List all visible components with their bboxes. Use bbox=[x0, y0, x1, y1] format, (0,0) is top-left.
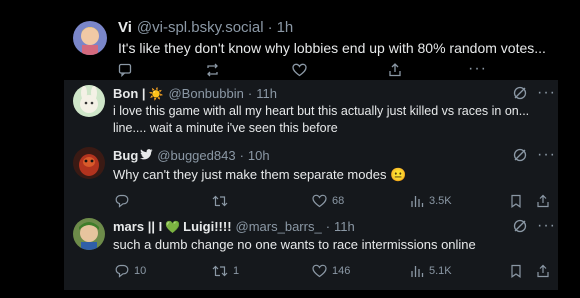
bookmark-icon bbox=[511, 264, 521, 278]
share-button[interactable] bbox=[388, 63, 402, 77]
author-handle[interactable]: @vi-spl.bsky.social bbox=[137, 19, 264, 36]
share-button[interactable] bbox=[536, 194, 550, 208]
post-text-content: Why can't they just make them separate m… bbox=[113, 167, 387, 182]
post-header: Vi @vi-spl.bsky.social · 1h bbox=[118, 19, 293, 36]
grok-icon[interactable] bbox=[512, 85, 528, 101]
more-button[interactable]: ··· bbox=[468, 61, 487, 77]
bookmark-icon bbox=[511, 194, 521, 208]
repost-icon bbox=[212, 265, 228, 277]
post-time[interactable]: 1h bbox=[277, 19, 294, 36]
reply-icon bbox=[115, 264, 129, 278]
heart-icon bbox=[292, 63, 307, 77]
post-vi[interactable]: Vi @vi-spl.bsky.social · 1h It's like th… bbox=[0, 0, 580, 84]
heart-icon bbox=[312, 264, 327, 278]
share-icon bbox=[537, 264, 549, 278]
author-name[interactable]: Bon | bbox=[113, 86, 146, 101]
views-chart-icon bbox=[411, 266, 424, 277]
twitter-bird-icon bbox=[140, 149, 153, 160]
repost-button[interactable] bbox=[205, 63, 220, 77]
neutral-face-emoji: 😐 bbox=[390, 167, 407, 182]
sun-emoji: ☀️ bbox=[148, 87, 164, 101]
post-bon[interactable]: Bon | ☀️ @Bonbubbin · 11h ··· i love thi… bbox=[0, 80, 580, 140]
like-button[interactable] bbox=[292, 63, 307, 77]
like-count: 68 bbox=[332, 195, 345, 207]
like-button[interactable]: 68 bbox=[312, 194, 344, 208]
views-count: 5.1K bbox=[429, 265, 452, 277]
share-icon bbox=[389, 63, 401, 77]
separator-dot: · bbox=[267, 19, 273, 36]
reply-icon bbox=[115, 194, 129, 208]
grok-icon[interactable] bbox=[512, 218, 528, 234]
more-icon: ··· bbox=[468, 60, 487, 77]
like-count: 146 bbox=[332, 265, 351, 277]
author-handle[interactable]: @mars_barrs_ bbox=[236, 219, 322, 234]
avatar-vi[interactable] bbox=[73, 21, 107, 55]
share-button[interactable] bbox=[536, 264, 550, 278]
post-time[interactable]: 10h bbox=[248, 148, 270, 163]
post-text-line-1: i love this game with all my heart but t… bbox=[113, 104, 530, 118]
reply-count: 10 bbox=[134, 265, 147, 277]
author-handle[interactable]: @Bonbubbin bbox=[168, 86, 243, 101]
views-button[interactable]: 5.1K bbox=[410, 264, 452, 278]
post-corner: ··· bbox=[512, 218, 556, 234]
views-chart-icon bbox=[411, 196, 424, 207]
separator-dot: · bbox=[239, 148, 244, 163]
reply-button[interactable] bbox=[115, 194, 134, 208]
reply-icon bbox=[118, 63, 132, 77]
separator-dot: · bbox=[325, 219, 331, 234]
repost-icon bbox=[212, 195, 228, 207]
more-icon[interactable]: ··· bbox=[537, 218, 556, 234]
author-name[interactable]: Vi bbox=[118, 19, 132, 36]
like-button[interactable]: 146 bbox=[312, 264, 350, 278]
more-icon[interactable]: ··· bbox=[537, 147, 556, 163]
bookmark-button[interactable] bbox=[510, 264, 522, 278]
post-header: mars || I 💚 Luigi!!!! @mars_barrs_ · 11h bbox=[113, 219, 355, 234]
views-button[interactable]: 3.5K bbox=[410, 194, 452, 208]
repost-button[interactable] bbox=[212, 194, 233, 208]
post-text: It's like they don't know why lobbies en… bbox=[118, 40, 546, 56]
repost-icon bbox=[207, 63, 218, 77]
post-bug[interactable]: Bug @bugged843 · 10h ··· Why can't they … bbox=[0, 143, 580, 213]
post-text: such a dumb change no one wants to race … bbox=[113, 237, 476, 252]
more-icon[interactable]: ··· bbox=[537, 85, 556, 101]
grok-icon[interactable] bbox=[512, 147, 528, 163]
avatar-bon[interactable] bbox=[73, 85, 105, 117]
reply-button[interactable] bbox=[118, 63, 132, 77]
post-corner: ··· bbox=[512, 85, 556, 101]
author-name[interactable]: mars || I bbox=[113, 219, 162, 234]
post-corner: ··· bbox=[512, 147, 556, 163]
bookmark-button[interactable] bbox=[510, 194, 522, 208]
repost-count: 1 bbox=[233, 265, 240, 277]
post-mars[interactable]: mars || I 💚 Luigi!!!! @mars_barrs_ · 11h… bbox=[0, 215, 580, 291]
repost-button[interactable]: 1 bbox=[212, 264, 239, 278]
heart-icon bbox=[312, 194, 327, 208]
green-heart-emoji: 💚 bbox=[165, 220, 181, 234]
separator-dot: · bbox=[247, 86, 253, 101]
author-name[interactable]: Bug bbox=[113, 148, 138, 163]
avatar-mars[interactable] bbox=[73, 218, 105, 250]
share-icon bbox=[537, 194, 549, 208]
avatar-bug[interactable] bbox=[73, 147, 105, 179]
reply-button[interactable]: 10 bbox=[115, 264, 146, 278]
post-text: Why can't they just make them separate m… bbox=[113, 167, 406, 183]
post-time[interactable]: 11h bbox=[334, 219, 355, 234]
author-handle[interactable]: @bugged843 bbox=[157, 148, 235, 163]
post-header: Bon | ☀️ @Bonbubbin · 11h bbox=[113, 86, 277, 101]
post-text-line-2: line.... wait a minute i've seen this be… bbox=[113, 121, 338, 135]
post-header: Bug @bugged843 · 10h bbox=[113, 148, 270, 163]
author-name-end[interactable]: Luigi!!!! bbox=[183, 219, 231, 234]
views-count: 3.5K bbox=[429, 195, 452, 207]
post-time[interactable]: 11h bbox=[256, 86, 277, 101]
